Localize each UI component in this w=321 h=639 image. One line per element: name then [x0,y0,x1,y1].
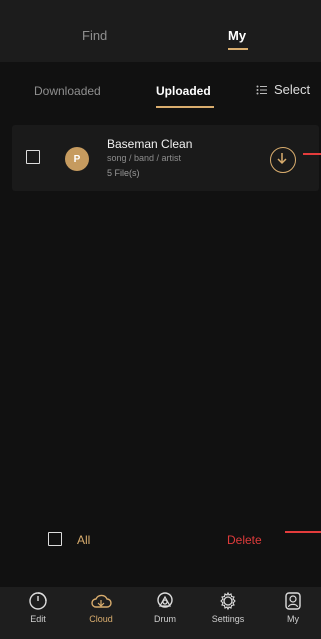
sub-tabs: Downloaded Uploaded Select [0,62,321,118]
tab-find[interactable]: Find [82,28,107,43]
file-meta: song / band / artist [107,153,182,163]
edit-icon [27,590,49,612]
select-button[interactable]: Select [256,82,310,97]
tab-my[interactable]: My [228,28,246,43]
file-checkbox[interactable] [26,150,40,164]
tab-settings[interactable]: Settings [203,590,253,624]
bottom-actions: All Delete [0,520,321,556]
tab-settings-label: Settings [211,614,245,624]
settings-icon [217,590,239,612]
cloud-icon [90,590,112,612]
top-tabs: Find My [0,0,321,62]
select-all-label[interactable]: All [77,533,90,547]
select-icon [256,85,268,95]
tab-edit-label: Edit [30,614,46,624]
tab-cloud[interactable]: Cloud [76,590,126,624]
bottom-tabbar: Edit Cloud Drum Settings My [0,587,321,639]
tab-drum-label: Drum [154,614,176,624]
tab-downloaded[interactable]: Downloaded [34,84,101,98]
file-title: Baseman Clean [107,137,193,151]
select-label: Select [274,82,311,97]
tab-my-bottom[interactable]: My [268,590,318,624]
avatar: P [65,147,89,171]
tab-cloud-label: Cloud [89,614,113,624]
red-line [285,531,321,533]
select-all-checkbox[interactable] [48,532,62,546]
tab-drum[interactable]: Drum [140,590,190,624]
red-line [303,153,321,155]
download-icon[interactable] [270,147,296,173]
tab-my-underline [228,48,248,50]
file-count: 5 File(s) [107,168,140,178]
my-icon [282,590,304,612]
tab-uploaded-underline [156,106,214,108]
tab-edit[interactable]: Edit [13,590,63,624]
drum-icon [154,590,176,612]
delete-button[interactable]: Delete [227,533,262,547]
uploaded-file-row[interactable]: P Baseman Clean song / band / artist 5 F… [12,125,319,191]
tab-uploaded[interactable]: Uploaded [156,84,211,98]
tab-my-label: My [287,614,299,624]
